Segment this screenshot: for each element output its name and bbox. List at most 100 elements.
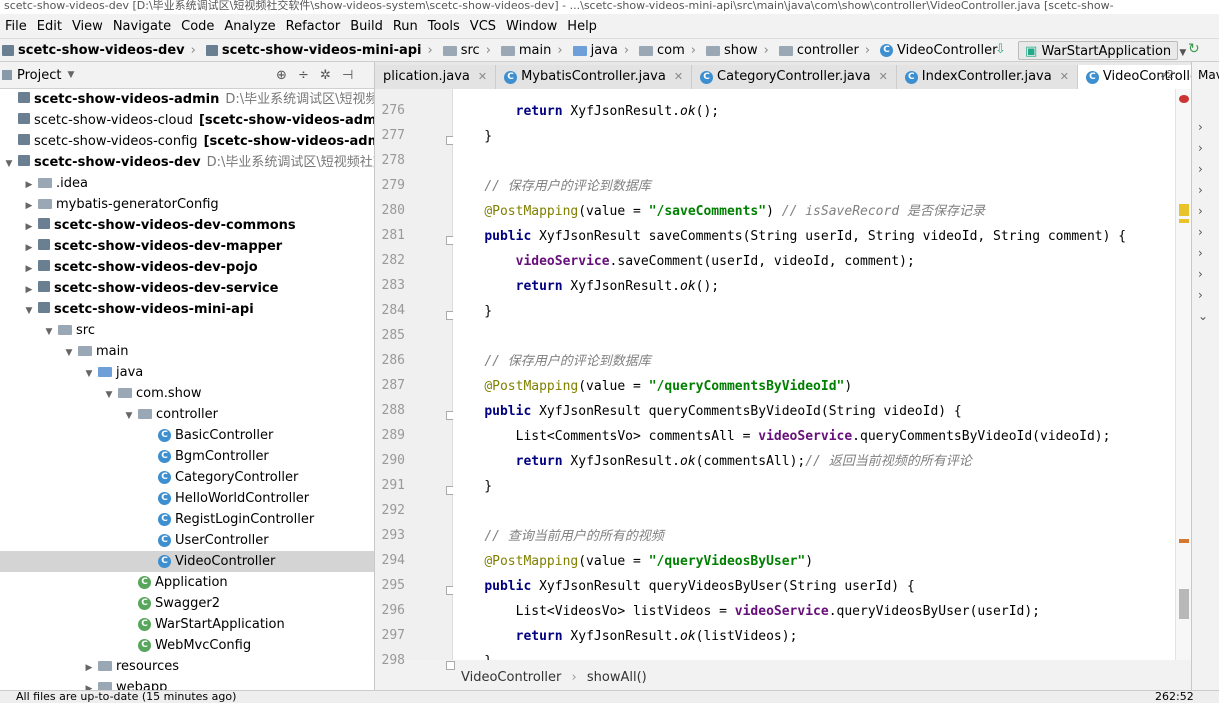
code-editor[interactable]: return XyfJsonResult.ok(); } // 保存用户的评论到… (453, 89, 1189, 660)
tree-item[interactable]: C UserController (0, 530, 374, 551)
chevron-right-icon[interactable]: › (1198, 225, 1203, 239)
chevron-down-icon[interactable]: ▼ (64, 343, 74, 364)
chevron-right-icon[interactable]: › (1198, 267, 1203, 281)
menu-item-analyze[interactable]: Analyze (219, 19, 280, 34)
project-panel-title[interactable]: Project (17, 68, 61, 83)
tree-item[interactable]: ▼ com.show (0, 383, 374, 404)
chevron-right-icon[interactable]: › (1198, 204, 1203, 218)
chevron-right-icon[interactable]: ▶ (84, 658, 94, 679)
chevron-right-icon[interactable]: ▶ (24, 238, 34, 259)
chevron-down-icon[interactable]: ⌄ (1198, 309, 1208, 323)
menu-item-code[interactable]: Code (176, 19, 219, 34)
close-icon[interactable]: ✕ (478, 65, 487, 89)
code-line[interactable]: return XyfJsonResult.ok(listVideos); (453, 624, 798, 649)
tree-item[interactable]: scetc-show-videos-admin D:\毕业系统调试区\短视频社交软… (0, 89, 374, 110)
editor-breadcrumb-class[interactable]: VideoController (461, 670, 561, 685)
chevron-down-icon[interactable]: ▼ (84, 364, 94, 385)
chevron-right-icon[interactable]: ▶ (24, 280, 34, 301)
change-marker[interactable] (1179, 539, 1189, 543)
tree-item[interactable]: ▶ scetc-show-videos-dev-commons (0, 215, 374, 236)
tree-item[interactable]: C HelloWorldController (0, 488, 374, 509)
breadcrumb-item[interactable]: java › (572, 43, 639, 58)
breadcrumb-item[interactable]: scetc-show-videos-dev › (2, 43, 206, 58)
chevron-down-icon[interactable]: ▼ (4, 154, 14, 175)
editor-tab[interactable]: C IndexController.java ✕ (896, 65, 1078, 89)
chevron-right-icon[interactable]: › (1198, 246, 1203, 260)
chevron-right-icon[interactable]: › (1198, 120, 1203, 134)
code-line[interactable]: return XyfJsonResult.ok(); (453, 274, 720, 299)
chevron-right-icon[interactable]: ▶ (24, 259, 34, 280)
code-line[interactable]: @PostMapping(value = "/saveComments") //… (453, 199, 985, 224)
tree-item[interactable]: ▼ scetc-show-videos-dev D:\毕业系统调试区\短视频社交软件… (0, 152, 374, 173)
menu-item-vcs[interactable]: VCS (465, 19, 501, 34)
error-icon[interactable] (1179, 95, 1189, 103)
maven-panel-title[interactable]: Mav (1198, 68, 1219, 82)
code-line[interactable]: // 保存用户的评论到数据库 (453, 349, 650, 374)
tree-item[interactable]: C BgmController (0, 446, 374, 467)
collapse-icon[interactable]: ÷ (298, 68, 309, 83)
tree-item[interactable]: ▶ webapp (0, 677, 374, 690)
code-line[interactable]: videoService.saveComment(userId, videoId… (453, 249, 915, 274)
close-icon[interactable]: ✕ (879, 65, 888, 89)
code-line[interactable]: return XyfJsonResult.ok(); (453, 99, 720, 124)
menu-item-file[interactable]: File (0, 19, 32, 34)
code-line[interactable]: public XyfJsonResult queryVideosByUser(S… (453, 574, 914, 599)
rerun-icon[interactable]: ↻ (1188, 41, 1200, 57)
breadcrumb-item[interactable]: com › (639, 43, 706, 58)
chevron-right-icon[interactable]: ▶ (24, 196, 34, 217)
close-icon[interactable]: ✕ (1060, 65, 1069, 89)
hide-icon[interactable]: ⊣ (342, 68, 353, 83)
editor-breadcrumb-method[interactable]: showAll() (587, 670, 647, 685)
tree-item[interactable]: ▶ mybatis-generatorConfig (0, 194, 374, 215)
tree-item[interactable]: C Application (0, 572, 374, 593)
code-line[interactable]: @PostMapping(value = "/queryCommentsByVi… (453, 374, 852, 399)
code-line[interactable]: public XyfJsonResult saveComments(String… (453, 224, 1126, 249)
warning-marker[interactable] (1179, 204, 1189, 216)
warning-marker[interactable] (1179, 219, 1189, 223)
scroll-thumb[interactable] (1179, 589, 1189, 619)
tree-item[interactable]: scetc-show-videos-cloud [scetc-show-video… (0, 110, 374, 131)
code-line[interactable]: List<CommentsVo> commentsAll = videoServ… (453, 424, 1111, 449)
menu-item-run[interactable]: Run (388, 19, 423, 34)
chevron-down-icon[interactable]: ▼ (104, 385, 114, 406)
chevron-down-icon[interactable]: ▼ (24, 301, 34, 322)
code-line[interactable]: } (453, 474, 492, 499)
tree-item[interactable]: C RegistLoginController (0, 509, 374, 530)
tree-item[interactable]: ▶ .idea (0, 173, 374, 194)
tree-item[interactable]: C WarStartApplication (0, 614, 374, 635)
tree-item[interactable]: ▶ resources (0, 656, 374, 677)
breadcrumb-item[interactable]: show › (706, 43, 779, 58)
chevron-right-icon[interactable]: ▶ (24, 175, 34, 196)
chevron-right-icon[interactable]: › (1198, 162, 1203, 176)
menu-item-help[interactable]: Help (562, 19, 602, 34)
menu-item-window[interactable]: Window (501, 19, 562, 34)
close-icon[interactable]: ✕ (674, 65, 683, 89)
chevron-right-icon[interactable]: ▶ (24, 217, 34, 238)
tree-item[interactable]: C VideoController (0, 551, 374, 572)
menu-item-tools[interactable]: Tools (423, 19, 465, 34)
code-line[interactable]: } (453, 299, 492, 324)
chevron-down-icon[interactable]: ▼ (67, 70, 74, 80)
breadcrumb-item[interactable]: C VideoController (880, 43, 1001, 58)
breadcrumb-item[interactable]: main › (500, 43, 573, 58)
tree-item[interactable]: ▼ scetc-show-videos-mini-api (0, 299, 374, 320)
tree-item[interactable]: C BasicController (0, 425, 374, 446)
code-line[interactable]: // 保存用户的评论到数据库 (453, 174, 650, 199)
cursor-position[interactable]: 262:52 (1155, 691, 1194, 703)
tree-item[interactable]: C CategoryController (0, 467, 374, 488)
tree-item[interactable]: C WebMvcConfig (0, 635, 374, 656)
chevron-down-icon[interactable]: ▼ (124, 406, 134, 427)
error-stripe[interactable] (1175, 89, 1192, 660)
breadcrumb-item[interactable]: controller › (778, 43, 880, 58)
code-line[interactable]: return XyfJsonResult.ok(commentsAll);// … (453, 449, 972, 474)
editor-tab[interactable]: C CategoryController.java ✕ (692, 65, 897, 89)
editor-tab[interactable]: plication.java ✕ (375, 65, 497, 89)
menu-item-edit[interactable]: Edit (32, 19, 67, 34)
menu-item-navigate[interactable]: Navigate (108, 19, 176, 34)
editor-tab[interactable]: C MybatisController.java ✕ (496, 65, 693, 89)
locate-icon[interactable]: ⊕ (276, 68, 287, 83)
code-line[interactable]: @PostMapping(value = "/queryVideosByUser… (453, 549, 813, 574)
code-line[interactable]: } (453, 649, 492, 660)
settings-icon[interactable]: ✲ (320, 68, 331, 83)
tree-item[interactable]: ▼ controller (0, 404, 374, 425)
